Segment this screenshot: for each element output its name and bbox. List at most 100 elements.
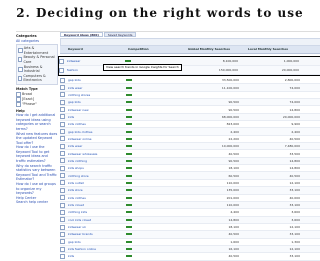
tab-saved-keywords[interactable]: Saved Keywords <box>103 32 137 37</box>
row-checkbox[interactable] <box>60 217 65 223</box>
row-checkbox[interactable] <box>60 173 65 179</box>
row-checkbox[interactable] <box>59 58 64 64</box>
row-checkbox[interactable] <box>60 107 65 113</box>
help-link[interactable]: Why do search traffic statistics vary be… <box>16 164 58 182</box>
keyword-link[interactable]: kids wear <box>66 144 124 148</box>
keyword-link[interactable]: kids store <box>66 188 124 192</box>
keyword-link[interactable]: kidswear wholesale <box>66 152 124 156</box>
category-item[interactable]: Beauty & Personal Care <box>18 55 56 64</box>
help-link[interactable]: How do I use ad groups to organize my ke… <box>16 182 58 196</box>
row-checkbox[interactable] <box>60 136 65 142</box>
keyword-link[interactable]: kids shops <box>66 166 124 170</box>
competition-bar <box>126 240 132 243</box>
table-row: cool kids closet 14,800 3,600 <box>60 216 320 224</box>
keyword-link[interactable]: clothing kids <box>66 210 124 214</box>
keyword-link[interactable]: kids clothing <box>66 159 124 163</box>
checkbox[interactable] <box>18 66 23 72</box>
help-link[interactable]: What new features does the updated Keywo… <box>16 132 58 146</box>
row-checkbox[interactable] <box>60 165 65 171</box>
match-type-option[interactable]: "Phrase" <box>16 101 58 107</box>
row-checkbox[interactable] <box>60 187 65 193</box>
local-searches: 40,500 <box>289 136 301 141</box>
table-row: kidswear uk 18,100 12,100 <box>60 224 320 232</box>
column-competition[interactable]: Competition <box>126 46 186 53</box>
row-checkbox[interactable] <box>60 129 65 135</box>
row-checkbox[interactable] <box>60 158 65 164</box>
competition-bar <box>126 108 132 111</box>
global-searches: 2,400 <box>230 129 239 134</box>
row-checkbox[interactable] <box>60 85 65 91</box>
local-searches: 12,100 <box>289 225 301 230</box>
keyword-link[interactable]: gap kids <box>66 240 124 244</box>
competition-bar <box>126 167 132 170</box>
keyword-link[interactable]: gap kids clothes <box>66 130 124 134</box>
table-row: clothing kids 4,400 3,600 <box>60 209 320 217</box>
global-searches: 33,500,000 <box>221 78 239 83</box>
row-checkbox[interactable] <box>60 99 65 105</box>
keyword-link[interactable]: kidswear uk <box>66 225 124 229</box>
keyword-link[interactable]: kids closet <box>66 203 124 207</box>
row-checkbox[interactable] <box>60 114 65 120</box>
table-row: kids wear 11,100,000 74,000 <box>60 84 320 92</box>
row-checkbox[interactable] <box>60 202 65 208</box>
competition-bar <box>126 115 132 118</box>
row-checkbox[interactable] <box>59 67 64 73</box>
row-checkbox[interactable] <box>60 77 65 83</box>
keyword-link[interactable]: clothing store <box>66 174 124 178</box>
keyword-link[interactable]: kidswear brands <box>66 232 124 236</box>
keyword-link[interactable]: kidswear online <box>66 137 124 141</box>
local-searches: 40,500 <box>289 173 301 178</box>
keyword-link[interactable]: clothing stores <box>66 93 124 97</box>
table-row: clothing store 60,500 40,500 <box>60 172 320 180</box>
category-item[interactable]: Computers & Electronics <box>18 74 56 83</box>
row-checkbox[interactable] <box>60 209 65 215</box>
row-checkbox[interactable] <box>60 231 65 237</box>
checkbox[interactable] <box>18 75 23 81</box>
checkbox[interactable] <box>18 48 23 54</box>
keyword-link[interactable]: kids <box>66 254 124 258</box>
checkbox[interactable] <box>16 101 21 107</box>
keyword-link[interactable]: kids clothes <box>66 196 124 200</box>
table-row: kids closet 110,000 33,100 <box>60 201 320 210</box>
all-categories-link[interactable]: All categories <box>16 39 58 44</box>
global-searches: 40,500 <box>228 151 240 156</box>
table-row: kids store 135,000 33,100 <box>60 187 320 195</box>
column-local-searches[interactable]: Local Monthly Searches <box>246 46 306 53</box>
category-item[interactable]: Arts & Entertainment <box>18 46 56 55</box>
row-checkbox[interactable] <box>60 151 65 157</box>
global-searches: 60,500 <box>228 173 240 178</box>
search-help-link[interactable]: Search help center <box>16 200 58 205</box>
column-keyword[interactable]: Keyword <box>66 46 126 53</box>
help-link[interactable]: How do I use the Keyword Tool to get key… <box>16 145 58 163</box>
row-checkbox[interactable] <box>60 143 65 149</box>
row-checkbox[interactable] <box>60 246 65 252</box>
keyword-link[interactable]: kidswear <box>65 59 123 63</box>
keyword-link[interactable]: gap kids <box>66 100 124 104</box>
competition-bar <box>126 86 132 89</box>
table-row: kidswear wholesale 40,500 33,500 <box>60 150 320 158</box>
keyword-link[interactable]: kids fashion online <box>66 247 124 251</box>
global-searches: 135,000 <box>226 188 239 193</box>
category-item[interactable]: Business & Industrial <box>18 65 56 74</box>
row-checkbox[interactable] <box>60 121 65 127</box>
row-checkbox[interactable] <box>60 195 65 201</box>
keyword-link[interactable]: kidswear new <box>66 108 124 112</box>
keyword-link[interactable]: gap kids <box>66 78 124 82</box>
keyword-link[interactable]: kids outlet <box>66 181 124 185</box>
help-link[interactable]: How do I get additional keyword ideas us… <box>16 113 58 131</box>
table-row: kids clothes 823,000 9,900 <box>60 121 320 129</box>
tab-keyword-ideas[interactable]: Keyword ideas (800) <box>60 32 103 37</box>
column-global-searches[interactable]: Global Monthly Searches <box>186 46 246 53</box>
row-checkbox[interactable] <box>60 253 65 259</box>
row-checkbox[interactable] <box>60 180 65 186</box>
checkbox[interactable] <box>18 57 23 63</box>
keyword-link[interactable]: cool kids closet <box>66 218 124 222</box>
keyword-link[interactable]: kids wear <box>66 86 124 90</box>
results-toolbar <box>60 38 320 46</box>
keyword-link[interactable]: kids <box>66 115 124 119</box>
keyword-link[interactable]: kids clothes <box>66 122 124 126</box>
row-checkbox[interactable] <box>60 224 65 230</box>
keyword-table-body: gap kids 33,500,000 2,800,000 kids wear 11,1… <box>60 77 320 261</box>
row-checkbox[interactable] <box>60 92 65 98</box>
competition-bar <box>126 159 132 162</box>
